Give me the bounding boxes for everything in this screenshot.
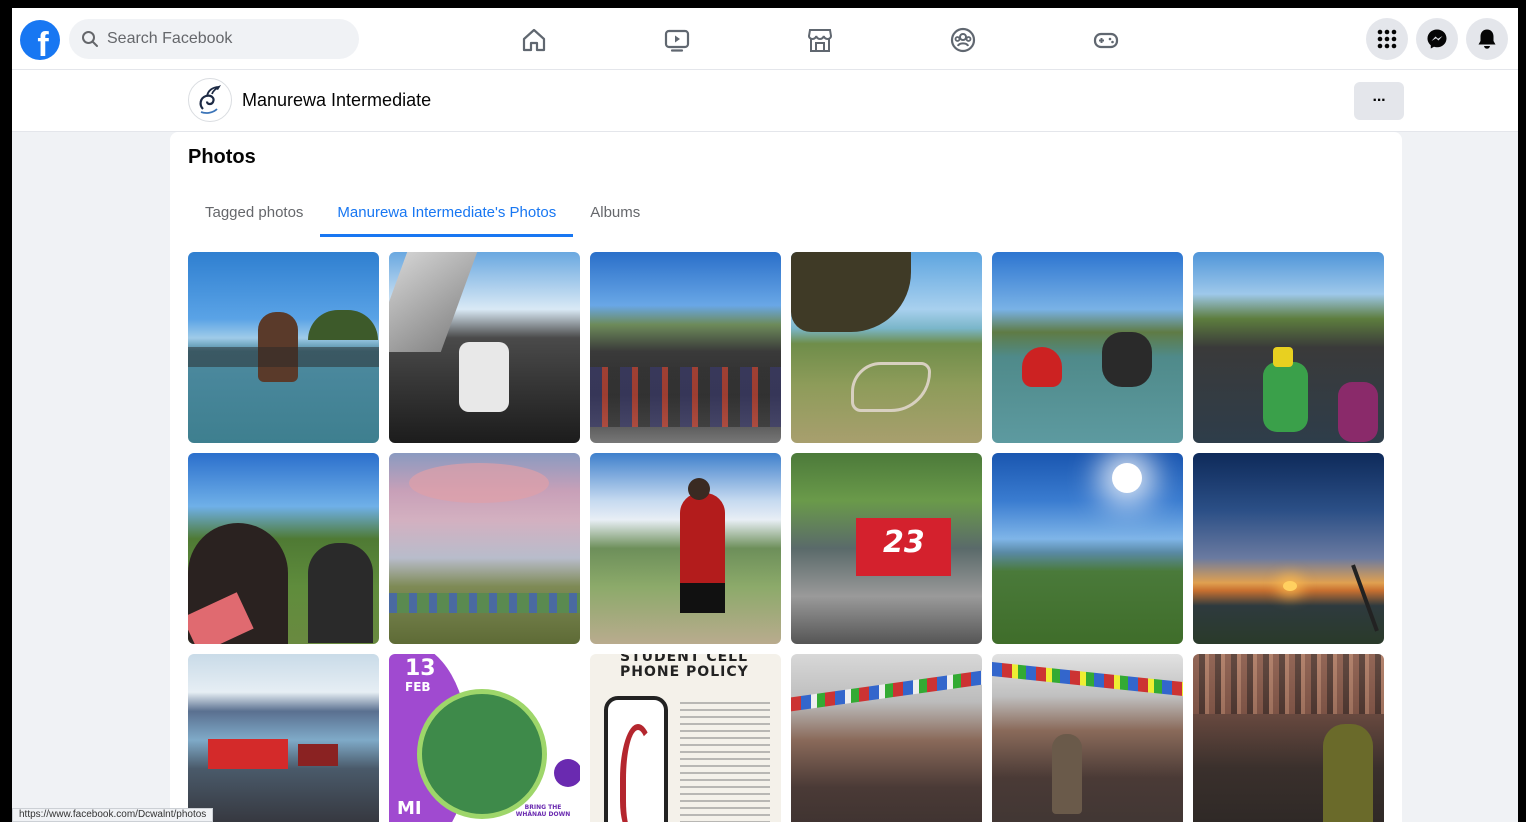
account-controls: [1366, 18, 1508, 60]
gaming-icon: [1093, 32, 1118, 49]
menu-grid-icon: [1377, 29, 1397, 49]
messenger-button[interactable]: [1416, 18, 1458, 60]
marketplace-icon: [807, 29, 832, 52]
home-icon: [522, 28, 545, 52]
photo-thumbnail[interactable]: [590, 453, 781, 644]
nav-gaming[interactable]: [1034, 18, 1177, 62]
page-header: Manurewa Intermediate ···: [12, 70, 1518, 132]
tab-page-photos[interactable]: Manurewa Intermediate's Photos: [320, 188, 574, 237]
photo-thumbnail[interactable]: 23: [791, 453, 982, 644]
photo-thumbnail[interactable]: [992, 252, 1183, 443]
tab-albums[interactable]: Albums: [573, 188, 657, 236]
photo-thumbnail[interactable]: [1193, 453, 1384, 644]
photo-thumbnail[interactable]: [590, 252, 781, 443]
status-bar-url: https://www.facebook.com/Dcwalnt/photos: [12, 808, 214, 822]
photo-thumbnail[interactable]: [389, 453, 580, 644]
flag-number: 23: [883, 525, 925, 560]
nav-watch[interactable]: [605, 18, 748, 62]
photo-thumbnail[interactable]: [791, 654, 982, 822]
page-avatar[interactable]: [188, 78, 232, 122]
search-box[interactable]: [69, 19, 359, 59]
photo-thumbnail[interactable]: [188, 453, 379, 644]
messenger-icon: [1427, 29, 1447, 49]
more-options-button[interactable]: ···: [1354, 82, 1404, 120]
policy-title-line2: PHONE POLICY: [620, 664, 749, 680]
nav-home[interactable]: [462, 18, 605, 62]
event-mi-text: MI: [397, 798, 422, 819]
event-tagline: BRING THE WHĀNAU DOWN: [515, 804, 571, 818]
photo-thumbnail[interactable]: [1193, 654, 1384, 822]
watch-icon: [664, 29, 689, 52]
photo-thumbnail[interactable]: STUDENT CELL PHONE POLICY: [590, 654, 781, 822]
photo-thumbnail[interactable]: [389, 252, 580, 443]
photo-thumbnail[interactable]: [791, 252, 982, 443]
notifications-button[interactable]: [1466, 18, 1508, 60]
top-navigation-bar: f: [12, 8, 1518, 70]
section-title: Photos: [188, 146, 256, 168]
main-nav: [462, 18, 1177, 62]
photo-grid: 23 13 FEB MI BRING THE WHĀNAU DOWN STUDE…: [188, 252, 1384, 822]
nav-groups[interactable]: [891, 18, 1034, 62]
page-name[interactable]: Manurewa Intermediate: [242, 90, 431, 111]
photo-tabs: Tagged photos Manurewa Intermediate's Ph…: [188, 188, 657, 237]
photo-thumbnail[interactable]: [188, 252, 379, 443]
notifications-icon: [1478, 29, 1496, 49]
facebook-logo[interactable]: f: [20, 20, 60, 60]
event-month: FEB: [405, 680, 431, 694]
event-date: 13: [405, 656, 436, 681]
school-logo-icon: [199, 85, 221, 114]
photo-thumbnail[interactable]: 13 FEB MI BRING THE WHĀNAU DOWN: [389, 654, 580, 822]
photo-thumbnail[interactable]: [992, 654, 1183, 822]
groups-icon: [950, 27, 975, 53]
photo-thumbnail[interactable]: [992, 453, 1183, 644]
photo-thumbnail[interactable]: [188, 654, 379, 822]
photo-thumbnail[interactable]: [1193, 252, 1384, 443]
nav-marketplace[interactable]: [748, 18, 891, 62]
search-input[interactable]: [107, 30, 327, 48]
facebook-window: f Search Facebook Manurewa Intermediate …: [12, 8, 1518, 822]
menu-button[interactable]: [1366, 18, 1408, 60]
tab-tagged-photos[interactable]: Tagged photos: [188, 188, 320, 236]
search-icon: [82, 31, 98, 47]
photos-card: Photos Tagged photos Manurewa Intermedia…: [170, 132, 1402, 822]
